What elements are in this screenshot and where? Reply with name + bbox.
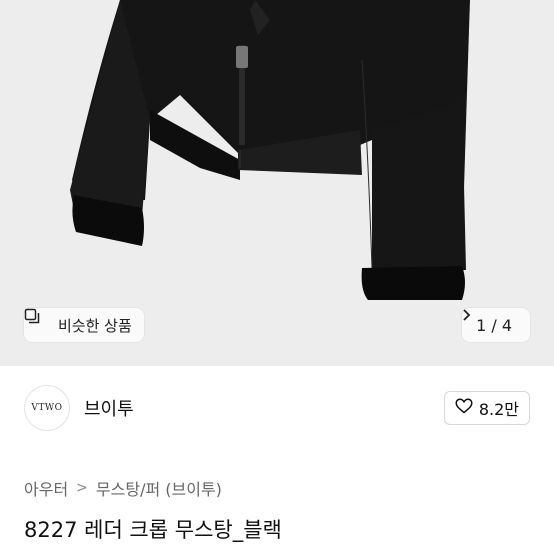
heart-outline-icon [455,398,473,418]
product-title: 8227 레더 크롭 무스탕_블랙 [24,518,282,542]
image-page-counter: 1 / 4 [476,315,512,335]
image-pager[interactable]: 1 / 4 [462,308,530,342]
brand-name[interactable]: 브이투 [84,395,134,421]
breadcrumb: 아우터 > 무스탕/퍼 (브이투) [24,476,222,500]
brand-avatar[interactable]: VTWO [24,385,70,431]
like-button[interactable]: 8.2만 [443,391,530,425]
like-count: 8.2만 [478,400,519,419]
similar-items-label: 비슷한 상품 [58,316,132,335]
breadcrumb-item-mustang[interactable]: 무스탕/퍼 (브이투) [96,476,222,500]
breadcrumb-item-outer[interactable]: 아우터 [24,476,68,500]
breadcrumb-separator: > [76,480,88,496]
seller-row: VTWO 브이투 8.2만 [24,384,530,432]
similar-items-icon [24,308,52,333]
product-image-carousel[interactable]: 비슷한 상품 1 / 4 [0,0,554,366]
similar-items-button[interactable]: 비슷한 상품 [24,308,144,342]
brand-avatar-text: VTWO [31,403,63,413]
